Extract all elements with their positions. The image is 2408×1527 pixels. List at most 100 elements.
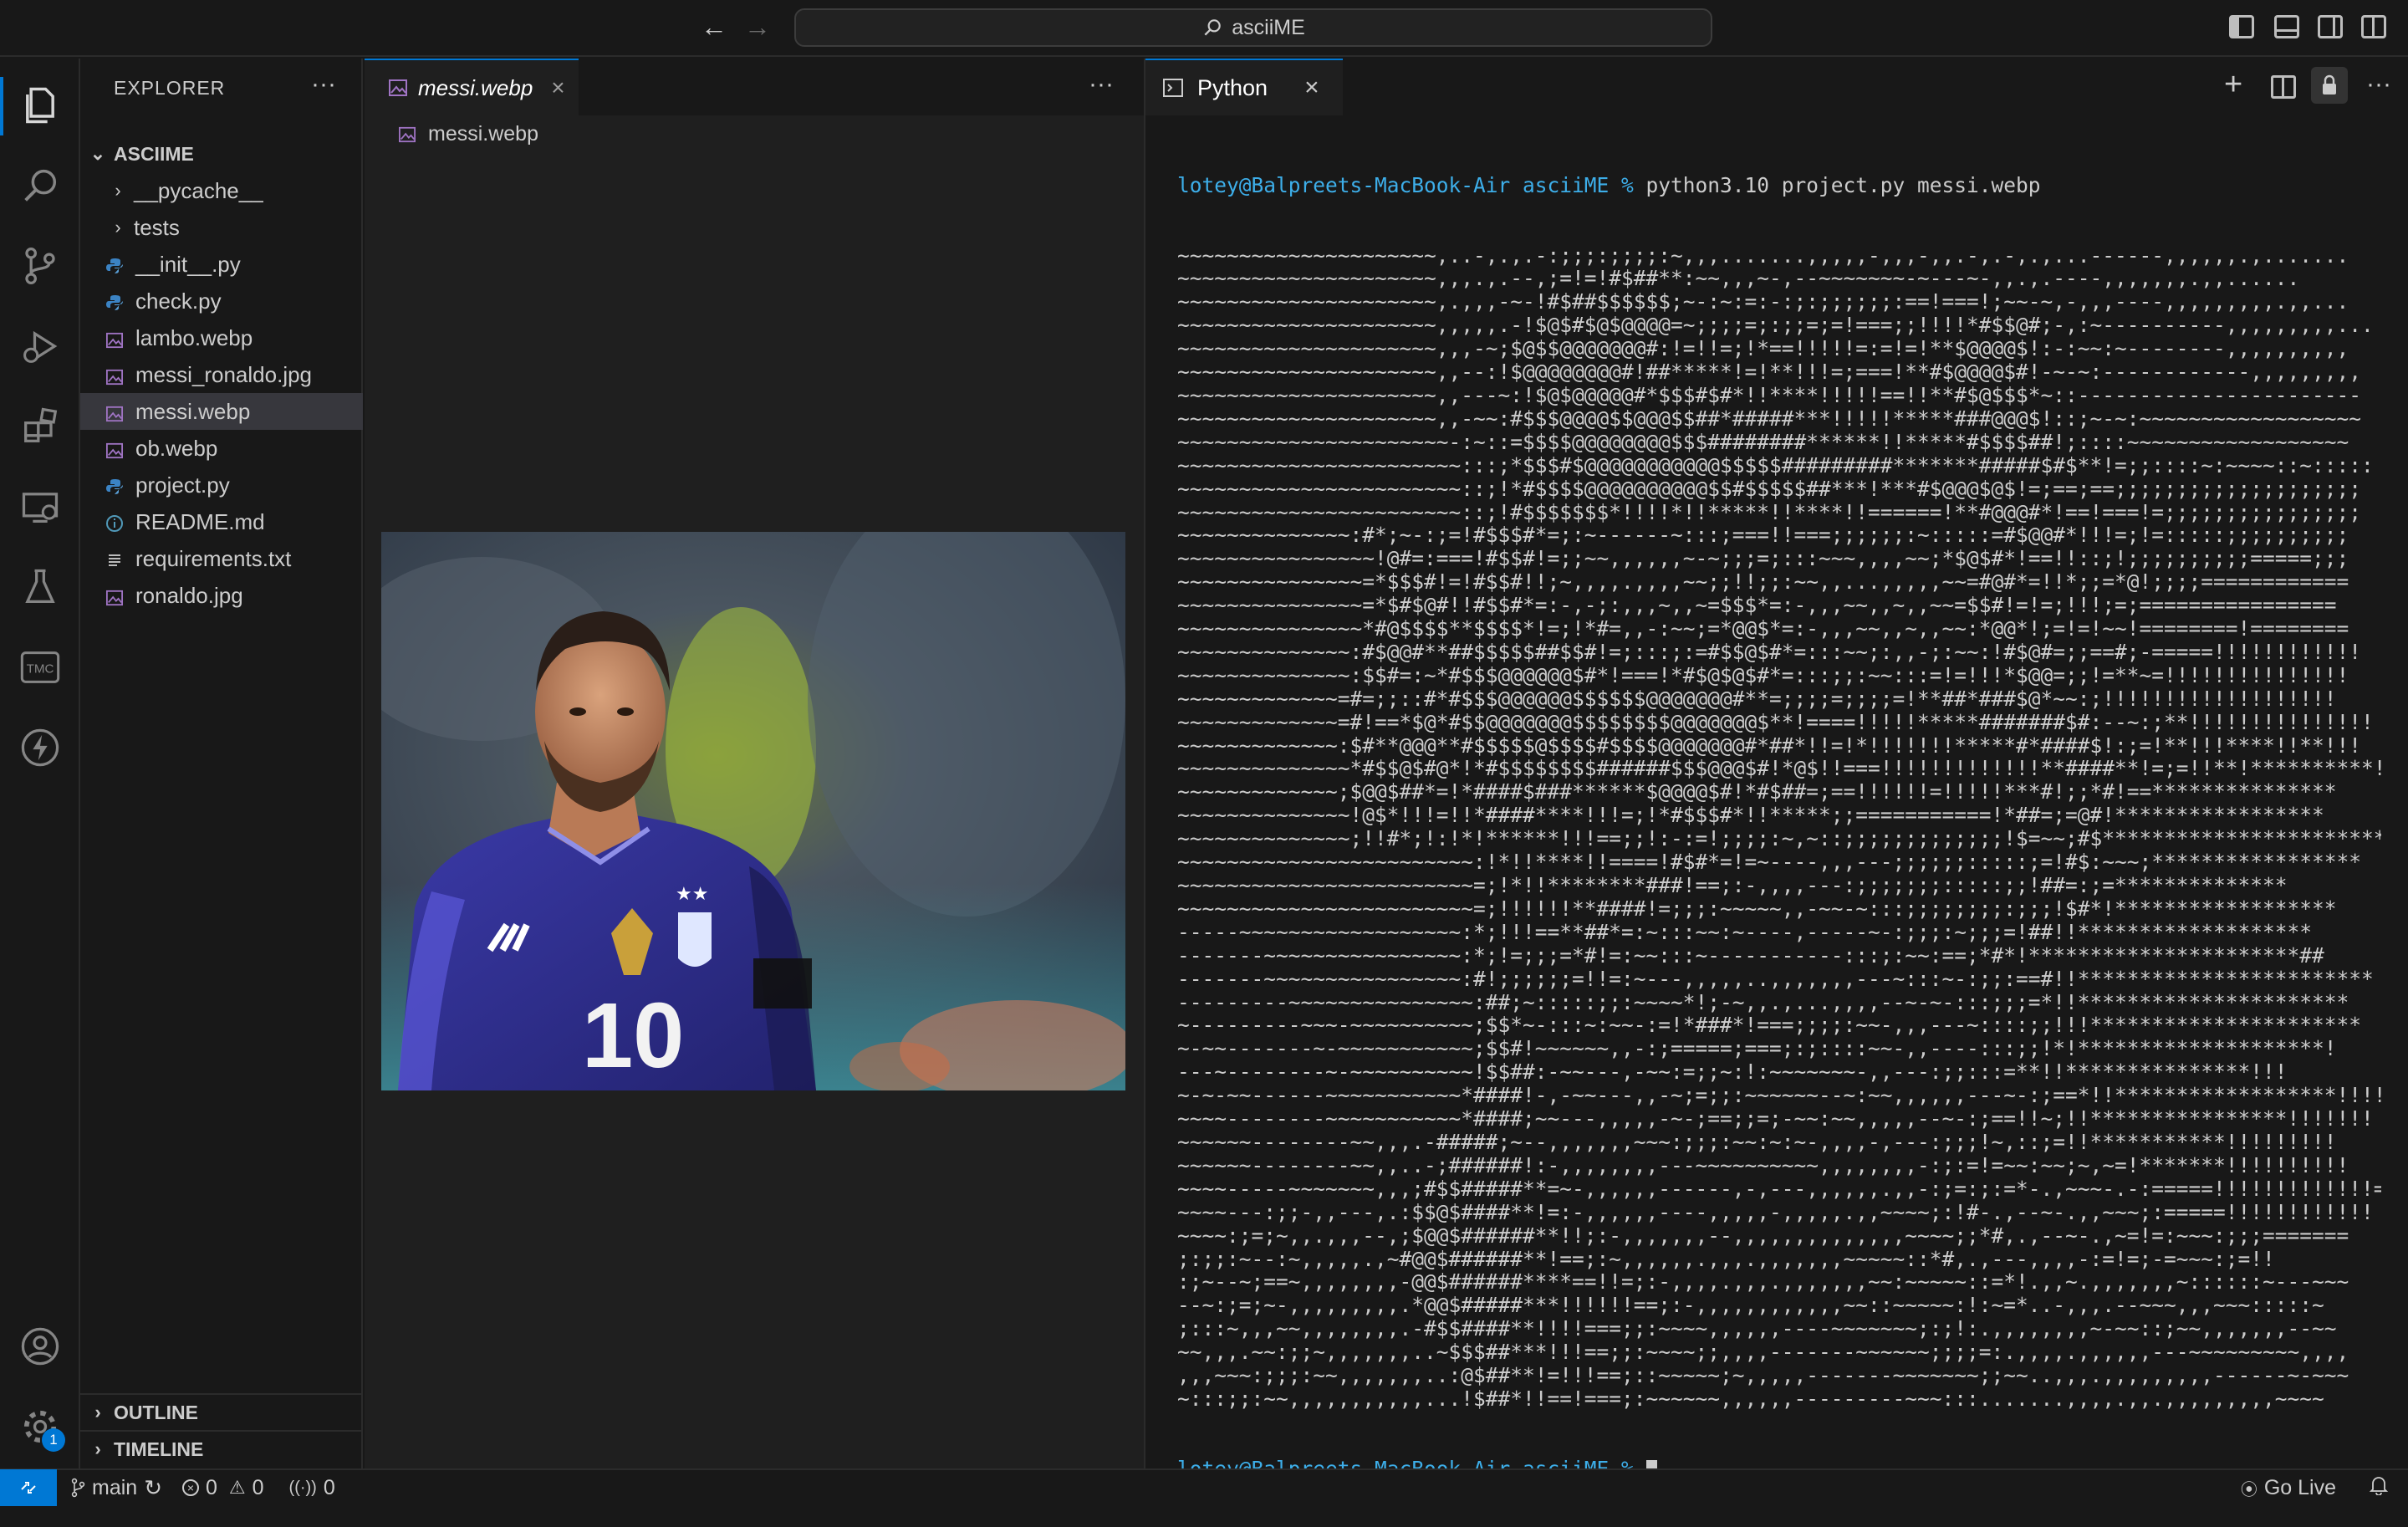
- radio-tower-icon: ⦿: [2240, 1480, 2258, 1499]
- ascii-line: ~~~~~~~~~~~~~~~~~~~~~~~:::;*$$$#$@@@@@@@…: [1177, 452, 2374, 478]
- ascii-line: ~~~~~~--------~~,,..-;######!:-,,,,,,,,-…: [1177, 1152, 2349, 1177]
- chevron-right-icon: ›: [94, 1438, 101, 1459]
- close-icon[interactable]: ×: [1304, 74, 1319, 102]
- ascii-line: ~~~~~~~~~~~~~~~*#@$$$$**$$$$*!=;!*#=,,-:…: [1177, 616, 2349, 641]
- notifications-bell-icon[interactable]: [2369, 1475, 2389, 1501]
- extensions-icon[interactable]: [18, 405, 62, 448]
- remote-explorer-icon[interactable]: [18, 485, 62, 529]
- ports-status[interactable]: ((·)) 0: [289, 1476, 335, 1500]
- file-tree-item[interactable]: __init__.py: [80, 246, 363, 283]
- ascii-line: ~~~~:;=;~,,.,,,--,;$@@$######**!!;:-,,,,…: [1177, 1223, 2349, 1248]
- image-file-icon: [389, 79, 407, 96]
- ascii-line: ~~~~~~~~~~~~~;$@@$##*=!*####$###******$@…: [1177, 779, 2337, 804]
- new-terminal-plus-icon[interactable]: +: [2224, 67, 2242, 103]
- toggle-secondary-sidebar-icon[interactable]: [2318, 15, 2343, 38]
- python-file-icon: [105, 292, 124, 310]
- editor-group: messi.webp × ··· messi.webp ★★ 10: [365, 59, 1144, 1468]
- file-tree-item[interactable]: ob.webp: [80, 430, 363, 467]
- ascii-line: ;:;;:~--:~,,,,,.,~#@@$######**!==;:~,,,,…: [1177, 1246, 2275, 1271]
- tab-messi-webp[interactable]: messi.webp ×: [365, 59, 579, 115]
- breadcrumb-file[interactable]: messi.webp: [428, 122, 538, 146]
- file-tree-item[interactable]: lambo.webp: [80, 319, 363, 356]
- file-tree-item[interactable]: README.md: [80, 503, 363, 540]
- ascii-line: ~~~~-----~~~~~~~,,,;#$$#####**=~-,,,,,,-…: [1177, 1176, 2381, 1201]
- image-preview: ★★ 10: [381, 532, 1125, 1090]
- source-control-icon[interactable]: [18, 244, 62, 288]
- live-share-bolt-icon[interactable]: [18, 726, 62, 769]
- customize-layout-icon[interactable]: [2361, 15, 2386, 38]
- search-icon: [1204, 19, 1221, 36]
- close-icon[interactable]: ×: [551, 74, 564, 101]
- image-file-icon: [105, 439, 124, 459]
- text-file-icon: [105, 549, 124, 568]
- ascii-line: ~~~~~~~~~~~~~~~~~~~~~,,--:!$@@@@@@@@#!##…: [1177, 360, 2362, 385]
- terminal-output[interactable]: lotey@Balpreets-MacBook-Air asciiME % py…: [1177, 127, 2381, 1527]
- ascii-line: ~~~~~~~~~~~~~~;!!#*;!:!*!******!!!==;;!:…: [1177, 826, 2381, 851]
- forward-arrow-icon[interactable]: →: [744, 12, 771, 43]
- file-tree-item[interactable]: › tests: [80, 209, 363, 246]
- ascii-art-output: ~~~~~~~~~~~~~~~~~~~~~,..-,.,.-:;;;:;;;;:…: [1177, 243, 2381, 1411]
- manage-gear-icon[interactable]: 1: [18, 1405, 65, 1452]
- command-center-search[interactable]: asciiME: [794, 8, 1712, 47]
- toggle-panel-icon[interactable]: [2274, 15, 2299, 38]
- editor-more-actions-icon[interactable]: ···: [1089, 70, 1114, 99]
- remote-indicator[interactable]: [0, 1469, 57, 1506]
- explorer-icon[interactable]: [18, 84, 62, 127]
- file-tree-item[interactable]: project.py: [80, 467, 363, 503]
- ascii-line: ~~~~~~~~~~~~~~~~~~~~~~~~=;!!!!!!**####!=…: [1177, 896, 2337, 921]
- timeline-section[interactable]: › TIMELINE: [80, 1430, 363, 1467]
- toggle-primary-sidebar-icon[interactable]: [2229, 15, 2254, 38]
- run-and-debug-icon[interactable]: [18, 324, 62, 368]
- sync-icon[interactable]: ↻: [144, 1475, 162, 1501]
- terminal-panel: Python × + ··· lotey@Balpreets-MacBook-A…: [1144, 59, 2408, 1480]
- outline-section[interactable]: › OUTLINE: [80, 1393, 363, 1430]
- folder-root[interactable]: ⌄ ASCIIME: [80, 135, 363, 172]
- ascii-line: ~~~~~~~~~~~~~~~~~~~~~~~~=;!*!!********##…: [1177, 873, 2288, 897]
- ascii-line: ~~~~--------~~~~~~~~~~~*####;~~---,,,,,-…: [1177, 1106, 2374, 1131]
- ascii-line: ~~~~~~~~~~~~~~:$$#=:~*#$$$@@@@@@$#*!===!…: [1177, 662, 2349, 687]
- ascii-line: ~~,,,.~~:;;~,,,,,,,..~$$$##***!!!==;;:~~…: [1177, 1340, 2349, 1365]
- file-tree-item[interactable]: › __pycache__: [80, 172, 363, 209]
- terminal-command: python3.10 project.py messi.webp: [1645, 172, 2041, 197]
- problems-status[interactable]: × 0 ⚠ 0: [181, 1475, 264, 1500]
- file-tree-item[interactable]: check.py: [80, 283, 363, 319]
- ascii-line: ~~~~~~~~~~~~~:$#**@@@**#$$$$$@$$$$#$$$$@…: [1177, 733, 2362, 758]
- timeline-label: TIMELINE: [114, 1438, 204, 1460]
- ascii-line: -----~~~~~~~~~~~~~~~~~~:*;!!!==**##*=:~:…: [1177, 919, 2313, 944]
- ascii-line: ~~~~~~~~~~~~~~~~~~~~~,..-,.,.-:;;;:;;;;:…: [1177, 243, 2349, 268]
- go-live-button[interactable]: ⦿ Go Live: [2241, 1476, 2336, 1500]
- terminal-tab-python[interactable]: Python ×: [1145, 59, 1343, 115]
- ascii-line: ~~~~~~~~~~~~~~~~~~~~~,,-~~:#$$$@@@@$$@@@…: [1177, 406, 2362, 431]
- ascii-line: ~~~~~~~~~~~~~~~~~~~~~~~::;!*#$$$$@@@@@@@…: [1177, 476, 2362, 501]
- file-tree-label: messi.webp: [135, 398, 251, 424]
- ascii-line: ;:::~,,,~~,,,,,,,,.-#$$####**!!!!===;;:~…: [1177, 1316, 2337, 1341]
- file-tree-label: project.py: [135, 472, 230, 498]
- ascii-line: ~~~~~~~~~~~~~~:#$@@#**##$$$$$##$$#!=;:::…: [1177, 639, 2362, 664]
- file-tree-item[interactable]: ronaldo.jpg: [80, 577, 363, 614]
- terminal-tab-label: Python: [1197, 74, 1268, 100]
- more-actions-icon[interactable]: ···: [311, 70, 336, 99]
- back-arrow-icon[interactable]: ←: [701, 12, 727, 43]
- file-tree-item[interactable]: messi_ronaldo.jpg: [80, 356, 363, 393]
- file-tree-item[interactable]: requirements.txt: [80, 540, 363, 577]
- chevron-right-icon: ›: [115, 217, 121, 237]
- split-terminal-icon[interactable]: [2271, 75, 2296, 99]
- accounts-icon[interactable]: [18, 1325, 62, 1368]
- svg-text:TMC: TMC: [27, 662, 54, 677]
- file-tree-item[interactable]: messi.webp: [80, 393, 363, 430]
- ascii-line: ~~~~~~~~~~~~~~~~~~~~~,,,,,.-!$@$#$@$@@@@…: [1177, 313, 2374, 338]
- branch-status[interactable]: main ↻: [70, 1475, 162, 1501]
- warning-count: 0: [252, 1475, 264, 1499]
- status-bar: main ↻ × 0 ⚠ 0 ((·)) 0 ⦿ Go Live: [0, 1468, 2408, 1506]
- file-tree-label: check.py: [135, 288, 222, 314]
- git-branch-icon: [71, 1478, 85, 1498]
- image-file-icon: [105, 365, 124, 386]
- tmc-icon[interactable]: TMC: [18, 646, 62, 689]
- ascii-line: ~~~~~~~~~~~~~~~=*$#$@#!!#$$#*=:-,-;:,,,~…: [1177, 593, 2337, 618]
- file-tree-label: requirements.txt: [135, 545, 292, 571]
- testing-icon[interactable]: [18, 565, 62, 609]
- lock-icon[interactable]: [2311, 67, 2348, 104]
- search-icon[interactable]: [18, 164, 62, 207]
- terminal-more-actions-icon[interactable]: ···: [2366, 70, 2391, 99]
- ascii-line: ~~~~~~~~~~~~~~~~~~~~~~~::;!#$$$$$$$*!!!!…: [1177, 499, 2362, 524]
